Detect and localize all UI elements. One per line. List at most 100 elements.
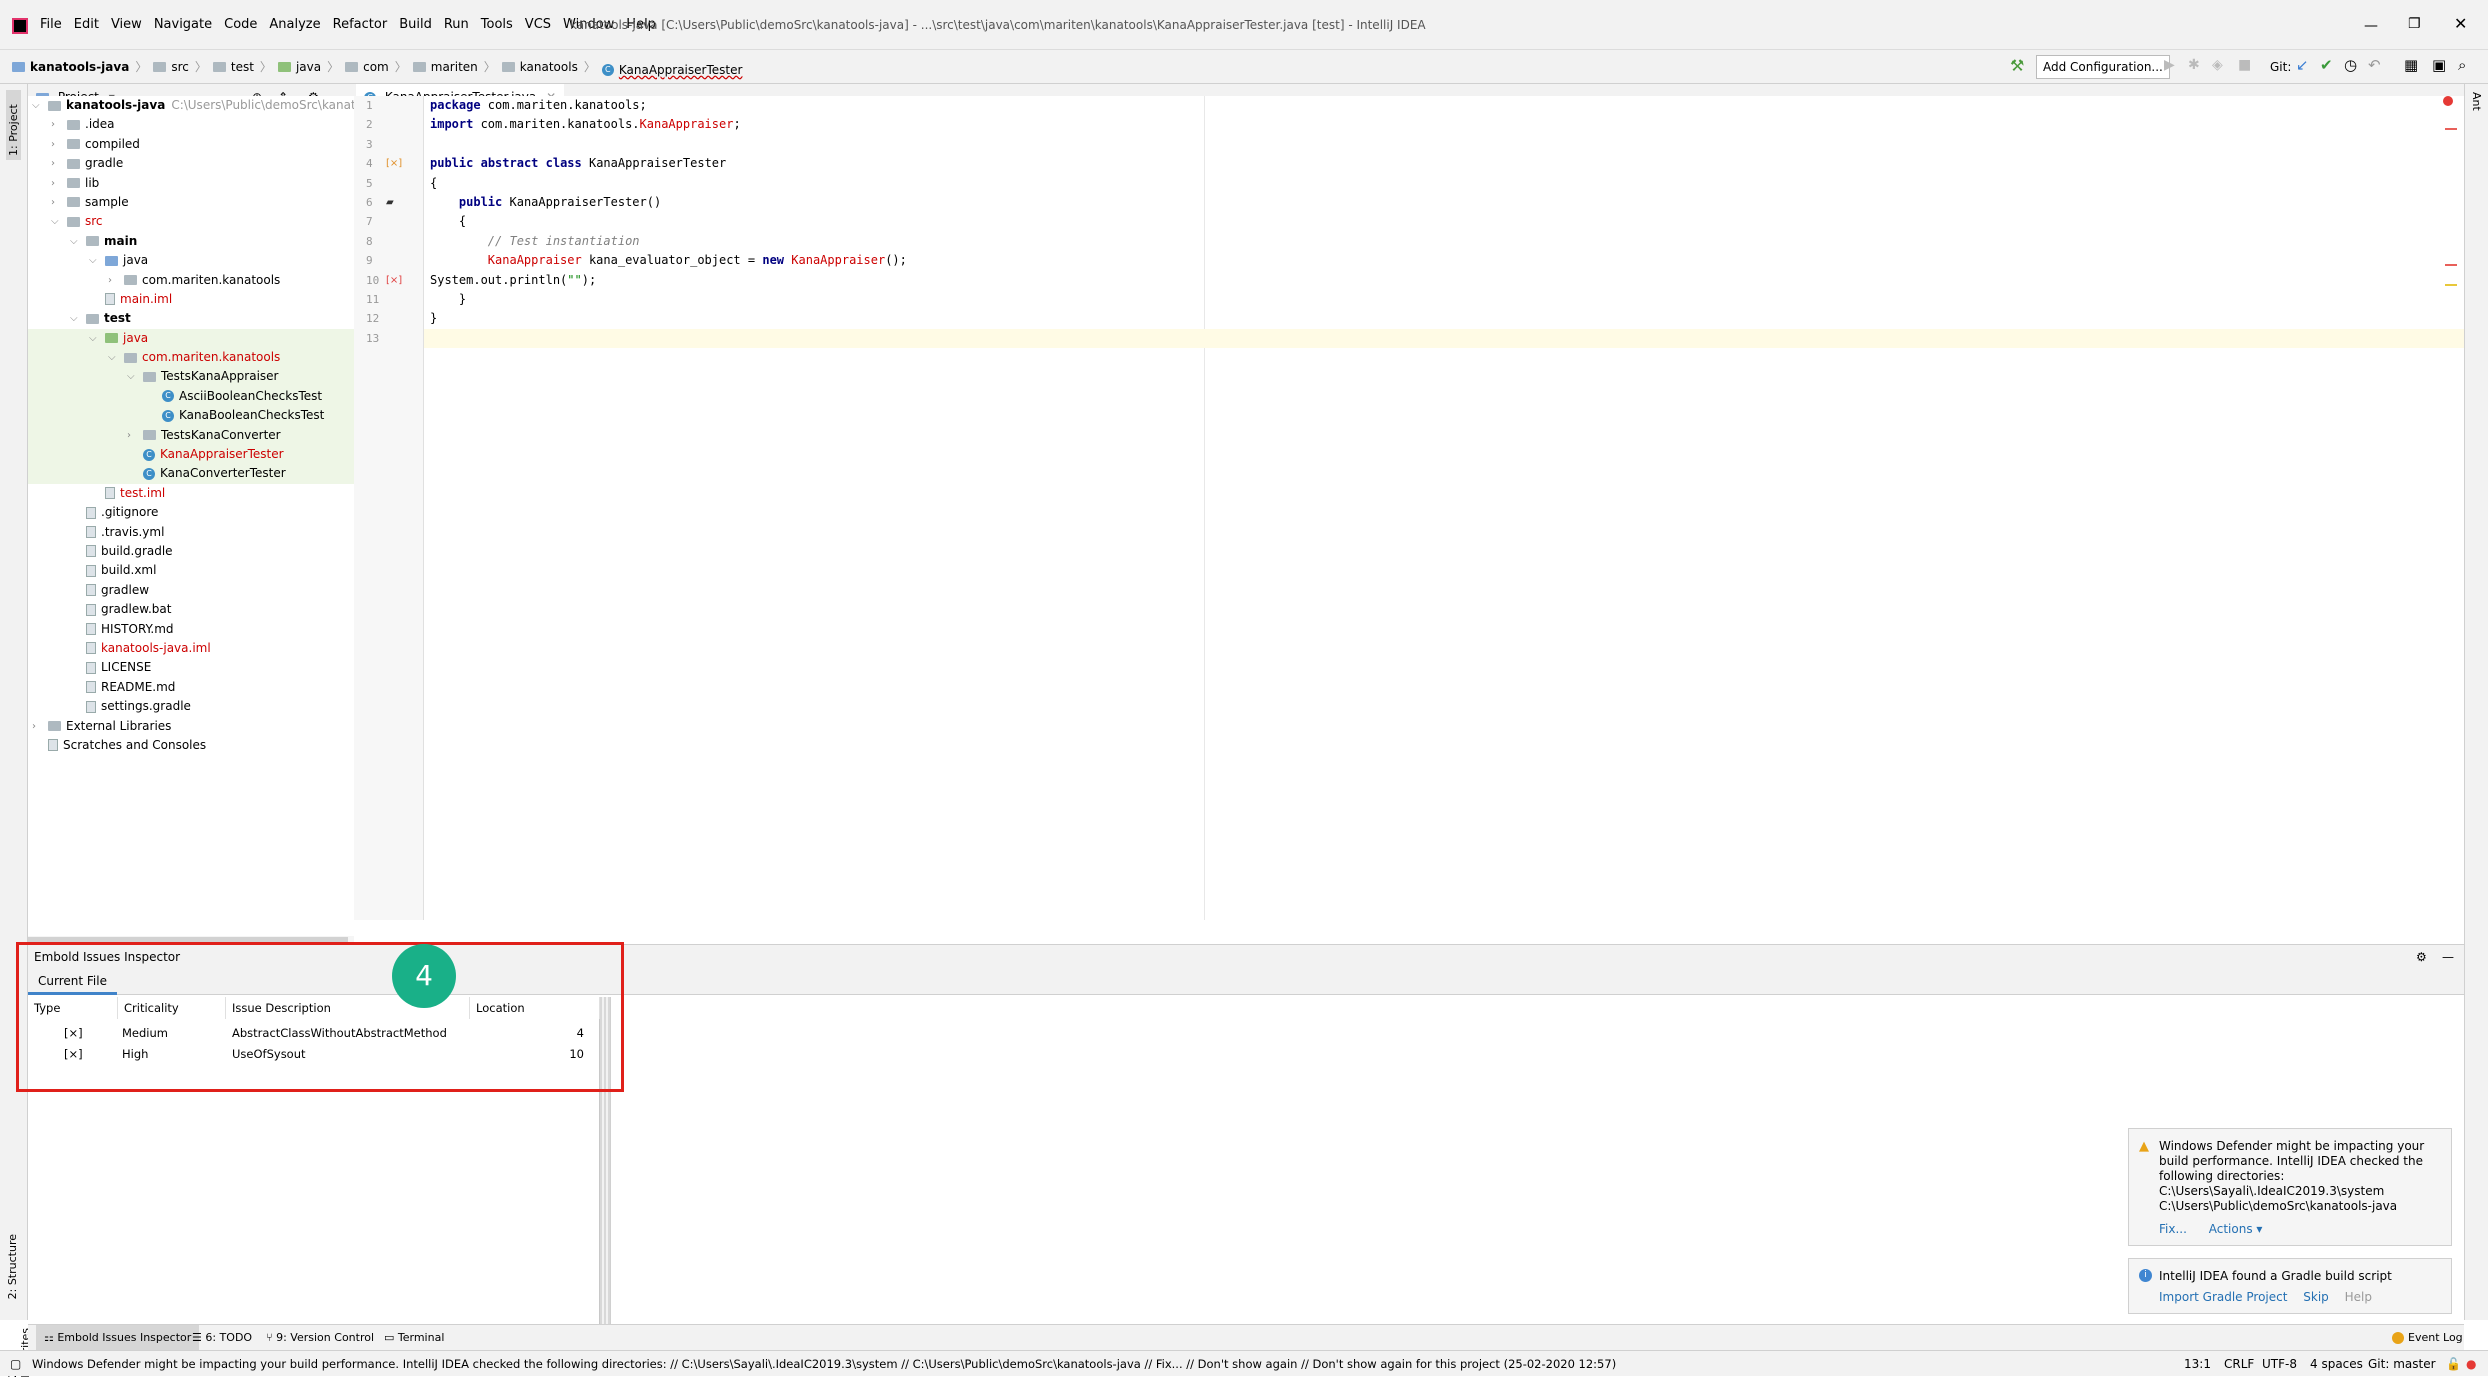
chevron-right-icon[interactable]: › xyxy=(51,135,55,154)
menu-build[interactable]: Build xyxy=(399,0,432,50)
close-icon[interactable]: ✕ xyxy=(2454,14,2467,33)
tree-item[interactable]: .travis.yml xyxy=(28,523,354,542)
breadcrumb-item[interactable]: C KanaAppraiserTester xyxy=(601,53,742,87)
git-rollback-icon[interactable]: ↶ xyxy=(2368,56,2381,74)
menu-navigate[interactable]: Navigate xyxy=(154,0,212,50)
tree-item[interactable]: settings.gradle xyxy=(28,697,354,716)
tab-version-control[interactable]: ⑂ 9: Version Control xyxy=(266,1325,374,1351)
build-hammer-icon[interactable]: ⚒ xyxy=(2010,56,2024,75)
minimize-icon[interactable]: — xyxy=(2364,18,2378,34)
chevron-right-icon[interactable]: › xyxy=(108,271,112,290)
issue-marker-icon[interactable]: [×] xyxy=(386,271,402,290)
coverage-icon[interactable]: ◈ xyxy=(2212,57,2223,73)
tree-item[interactable]: ⌵ TestsKanaAppraiser xyxy=(28,367,354,387)
breadcrumb-item[interactable]: src 〉 xyxy=(153,50,207,84)
status-toggle-icon[interactable]: ▢ xyxy=(10,1351,21,1377)
chevron-right-icon[interactable]: › xyxy=(51,115,55,134)
error-indicator-icon[interactable]: ● xyxy=(2466,1351,2476,1377)
chevron-down-icon[interactable]: ⌵ xyxy=(70,309,78,328)
gear-icon[interactable]: ⚙ xyxy=(2416,945,2427,969)
breadcrumb-item[interactable]: kanatools 〉 xyxy=(501,50,596,84)
line-separator[interactable]: CRLF xyxy=(2224,1351,2254,1377)
menu-edit[interactable]: Edit xyxy=(74,0,99,50)
tree-item[interactable]: › sample xyxy=(28,193,354,212)
error-stripe[interactable] xyxy=(2445,128,2457,130)
menu-code[interactable]: Code xyxy=(224,0,257,50)
menu-run[interactable]: Run xyxy=(444,0,469,50)
breadcrumb-item[interactable]: java 〉 xyxy=(277,50,339,84)
tab-terminal[interactable]: ▭ Terminal xyxy=(384,1325,444,1351)
code-editor[interactable]: package com.mariten.kanatools; import com… xyxy=(424,96,2464,920)
tree-item[interactable]: C AsciiBooleanChecksTest xyxy=(28,386,354,407)
search-icon[interactable]: ⌕ xyxy=(2458,56,2466,74)
tree-item[interactable]: C KanaBooleanChecksTest xyxy=(28,406,354,426)
breadcrumb-item[interactable]: com 〉 xyxy=(345,50,407,84)
chevron-right-icon[interactable]: › xyxy=(127,426,131,445)
tree-item[interactable]: ⌵ java xyxy=(28,251,354,270)
layout-icon[interactable]: ▣ xyxy=(2432,56,2446,74)
caret-position[interactable]: 13:1 xyxy=(2184,1351,2211,1377)
tree-item[interactable]: gradlew.bat xyxy=(28,600,354,619)
chevron-right-icon[interactable]: › xyxy=(32,717,36,736)
warning-stripe[interactable] xyxy=(2445,284,2457,286)
structure-side-tab[interactable]: 2: Structure xyxy=(6,1234,19,1299)
menu-refactor[interactable]: Refactor xyxy=(333,0,388,50)
menu-file[interactable]: File xyxy=(40,0,62,50)
chevron-right-icon[interactable]: › xyxy=(51,154,55,173)
git-commit-icon[interactable]: ✔ xyxy=(2320,56,2333,74)
menu-vcs[interactable]: VCS xyxy=(525,0,551,50)
add-configuration-button[interactable]: Add Configuration... xyxy=(2036,55,2170,79)
tree-item[interactable]: main.iml xyxy=(28,290,354,309)
stop-icon[interactable]: ■ xyxy=(2238,57,2251,73)
tree-item[interactable]: ⌵ test xyxy=(28,309,354,328)
tree-item[interactable]: LICENSE xyxy=(28,658,354,677)
chevron-down-icon[interactable]: ⌵ xyxy=(127,367,135,386)
tree-item[interactable]: › .idea xyxy=(28,115,354,134)
debug-icon[interactable]: ✱ xyxy=(2188,57,2200,73)
tree-item[interactable]: HISTORY.md xyxy=(28,620,354,639)
skip-link[interactable]: Skip xyxy=(2303,1290,2329,1304)
tree-item[interactable]: Scratches and Consoles xyxy=(28,736,354,755)
breadcrumb-item[interactable]: kanatools-java 〉 xyxy=(12,50,147,84)
tree-item[interactable]: ⌵ java xyxy=(28,328,354,349)
issue-marker-icon[interactable]: [×] xyxy=(386,154,402,173)
tree-item[interactable]: build.gradle xyxy=(28,542,354,561)
constructor-icon[interactable]: ▰ xyxy=(386,193,394,212)
breadcrumb-item[interactable]: test 〉 xyxy=(212,50,272,84)
project-structure-icon[interactable]: ▦ xyxy=(2404,56,2418,74)
tab-todo[interactable]: ☰ 6: TODO xyxy=(192,1325,252,1351)
tree-item[interactable]: › gradle xyxy=(28,154,354,173)
tree-item[interactable]: ⌵ main xyxy=(28,232,354,251)
menu-analyze[interactable]: Analyze xyxy=(269,0,320,50)
chevron-down-icon[interactable]: ⌵ xyxy=(70,232,78,251)
chevron-down-icon[interactable]: ⌵ xyxy=(51,212,59,231)
chevron-right-icon[interactable]: › xyxy=(51,193,55,212)
chevron-down-icon[interactable]: ⌵ xyxy=(32,96,40,115)
chevron-down-icon[interactable]: ⌵ xyxy=(108,348,116,367)
tree-item[interactable]: test.iml xyxy=(28,484,354,503)
chevron-down-icon[interactable]: ⌵ xyxy=(89,329,97,348)
menu-tools[interactable]: Tools xyxy=(481,0,513,50)
import-gradle-link[interactable]: Import Gradle Project xyxy=(2159,1290,2287,1304)
run-icon[interactable]: ▶ xyxy=(2164,57,2175,73)
file-encoding[interactable]: UTF-8 xyxy=(2262,1351,2297,1377)
chevron-right-icon[interactable]: › xyxy=(51,174,55,193)
error-marker-icon[interactable] xyxy=(2443,96,2453,106)
restore-icon[interactable]: ❐ xyxy=(2408,16,2421,32)
tree-item[interactable]: README.md xyxy=(28,678,354,697)
indent-setting[interactable]: 4 spaces xyxy=(2310,1351,2363,1377)
lock-icon[interactable]: 🔓 xyxy=(2446,1351,2461,1377)
tree-item[interactable]: build.xml xyxy=(28,561,354,580)
tree-item[interactable]: C KanaConverterTester xyxy=(28,464,354,484)
tree-item[interactable]: ⌵ kanatools-java C:\Users\Public\demoSrc\k… xyxy=(28,96,354,115)
git-history-icon[interactable]: ◷ xyxy=(2344,56,2357,74)
tree-item[interactable]: kanatools-java.iml xyxy=(28,639,354,658)
help-link[interactable]: Help xyxy=(2345,1290,2372,1304)
actions-link[interactable]: Actions ▾ xyxy=(2209,1222,2263,1236)
tree-item[interactable]: ⌵ com.mariten.kanatools xyxy=(28,348,354,368)
git-update-icon[interactable]: ↙ xyxy=(2296,56,2309,74)
tree-item[interactable]: › External Libraries xyxy=(28,717,354,736)
tree-item[interactable]: › TestsKanaConverter xyxy=(28,425,354,446)
breadcrumb-item[interactable]: mariten 〉 xyxy=(412,50,496,84)
tree-item[interactable]: ⌵ src xyxy=(28,212,354,231)
